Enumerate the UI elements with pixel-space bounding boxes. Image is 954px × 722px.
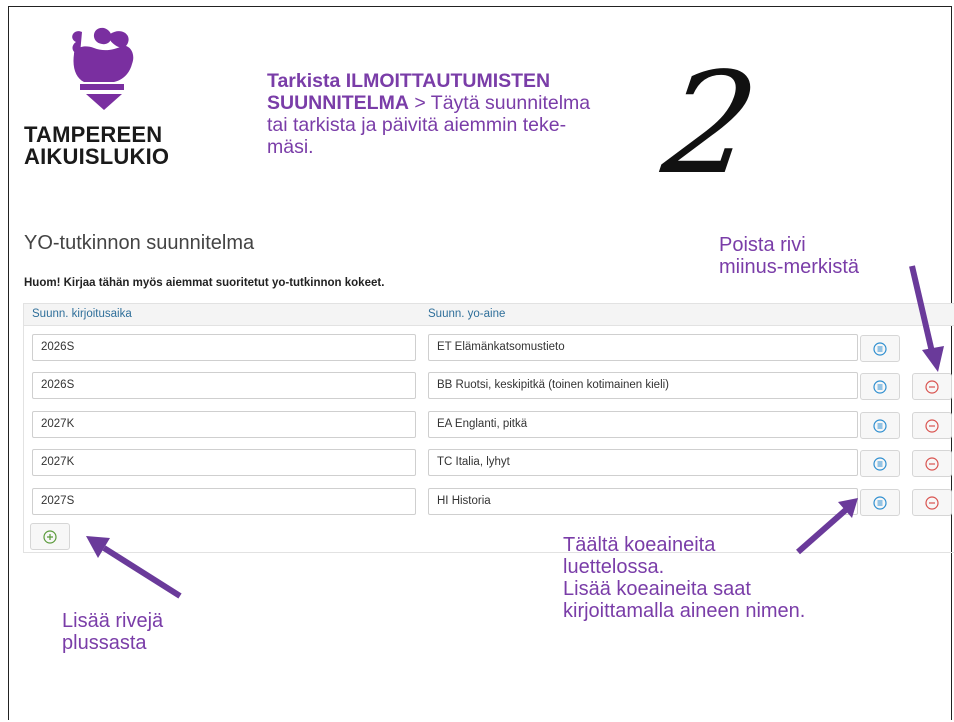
annotation-arrows xyxy=(86,265,944,599)
arrow-to-delete-icon xyxy=(909,265,944,372)
arrow-to-add-icon xyxy=(86,536,182,599)
arrow-to-list-icon xyxy=(796,498,858,555)
